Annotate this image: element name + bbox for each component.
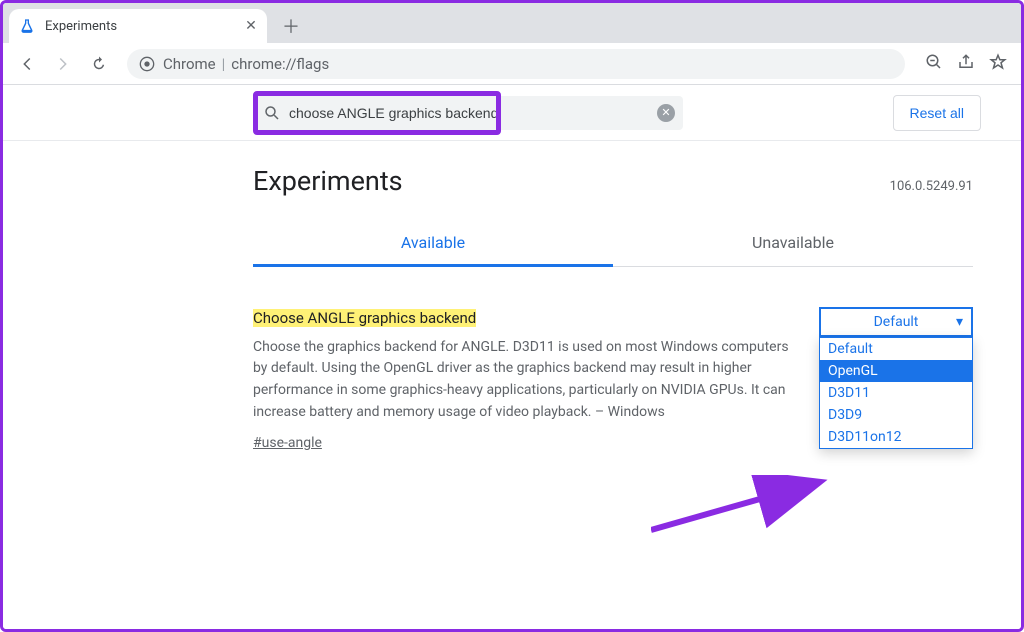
option-opengl[interactable]: OpenGL bbox=[820, 360, 972, 382]
tab-available[interactable]: Available bbox=[253, 223, 613, 267]
toolbar-actions bbox=[925, 53, 1007, 75]
chevron-down-icon: ▾ bbox=[956, 314, 963, 330]
flag-anchor-link[interactable]: #use-angle bbox=[253, 433, 322, 455]
omnibox-separator: | bbox=[222, 55, 226, 73]
back-button[interactable] bbox=[11, 48, 43, 80]
tab-strip: Experiments ✕ ＋ bbox=[3, 3, 1021, 43]
search-input[interactable] bbox=[289, 105, 673, 121]
flag-control: Default ▾ Default OpenGL D3D11 D3D9 D3D1… bbox=[819, 307, 973, 455]
search-icon bbox=[263, 104, 281, 122]
page-content: ✕ Reset all Experiments 106.0.5249.91 Av… bbox=[3, 85, 1021, 629]
page-title: Experiments bbox=[253, 165, 403, 197]
flag-title: Choose ANGLE graphics backend bbox=[253, 309, 476, 327]
reset-all-button[interactable]: Reset all bbox=[893, 95, 981, 131]
chrome-version: 106.0.5249.91 bbox=[890, 179, 973, 194]
browser-tab-title: Experiments bbox=[45, 19, 117, 34]
annotation-arrow bbox=[651, 475, 841, 535]
browser-tab-experiments[interactable]: Experiments ✕ bbox=[9, 9, 267, 43]
share-icon[interactable] bbox=[957, 53, 975, 75]
flag-description: Choose the graphics backend for ANGLE. D… bbox=[253, 337, 795, 424]
chrome-icon bbox=[139, 56, 155, 72]
flag-select-dropdown: Default OpenGL D3D11 D3D9 D3D11on12 bbox=[819, 337, 973, 449]
browser-toolbar: Chrome | chrome://flags bbox=[3, 43, 1021, 85]
tabs: Available Unavailable bbox=[253, 223, 973, 267]
option-d3d9[interactable]: D3D9 bbox=[820, 404, 972, 426]
new-tab-button[interactable]: ＋ bbox=[277, 12, 305, 40]
flag-select[interactable]: Default ▾ bbox=[819, 307, 973, 337]
zoom-out-icon[interactable] bbox=[925, 53, 943, 75]
close-icon[interactable]: ✕ bbox=[243, 18, 259, 34]
omnibox[interactable]: Chrome | chrome://flags bbox=[127, 49, 905, 79]
option-d3d11on12[interactable]: D3D11on12 bbox=[820, 426, 972, 448]
flags-search-box[interactable]: ✕ bbox=[253, 96, 683, 130]
flag-entry: Choose ANGLE graphics backend Choose the… bbox=[253, 307, 973, 455]
reload-button[interactable] bbox=[83, 48, 115, 80]
option-default[interactable]: Default bbox=[820, 338, 972, 360]
forward-button[interactable] bbox=[47, 48, 79, 80]
window-frame: Experiments ✕ ＋ Chrome | chrome://flags bbox=[0, 0, 1024, 632]
flag-select-value: Default bbox=[874, 314, 919, 330]
omnibox-url: chrome://flags bbox=[231, 55, 329, 73]
main-area: Experiments 106.0.5249.91 Available Unav… bbox=[3, 141, 1021, 455]
flask-icon bbox=[19, 18, 35, 34]
option-d3d11[interactable]: D3D11 bbox=[820, 382, 972, 404]
tab-unavailable[interactable]: Unavailable bbox=[613, 223, 973, 266]
star-icon[interactable] bbox=[989, 53, 1007, 75]
omnibox-scheme: Chrome bbox=[163, 55, 216, 73]
clear-search-icon[interactable]: ✕ bbox=[657, 104, 675, 122]
search-row: ✕ Reset all bbox=[3, 85, 1021, 141]
